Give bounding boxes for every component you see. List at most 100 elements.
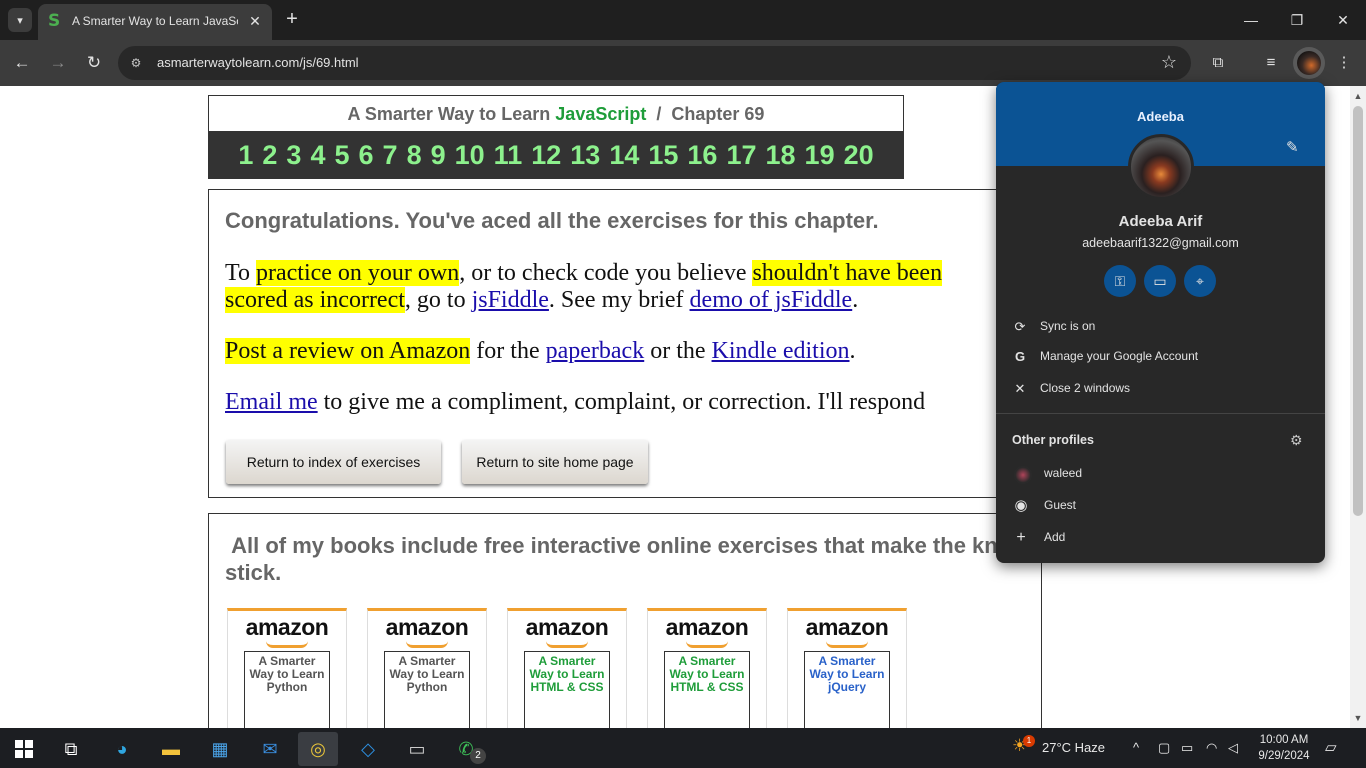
mail-icon[interactable]: ✉ [250,732,290,766]
book-card[interactable]: amazon A Smarter Way to Learn Python [367,608,487,728]
profile-item-waleed[interactable]: waleed [996,458,1325,490]
chapter-link-19[interactable]: 19 [805,140,835,171]
chapter-link-2[interactable]: 2 [262,140,277,171]
chapter-link-18[interactable]: 18 [766,140,796,171]
site-info-icon[interactable]: ⚙ [128,55,144,71]
book-cover: A Smarter Way to Learn Python [244,651,330,728]
reload-icon[interactable]: ↻ [84,53,104,73]
addresses-location-icon[interactable]: ⌖ [1184,265,1216,297]
restore-icon[interactable]: ❐ [1287,10,1307,30]
volume-icon[interactable]: ◁ [1228,740,1238,756]
new-tab-icon[interactable]: + [282,9,302,29]
profile-item-guest[interactable]: ◉ Guest [996,490,1325,522]
active-tab[interactable]: S A Smarter Way to Learn JavaScript ✕ [38,4,272,40]
passwords-key-icon[interactable]: ⚿ [1104,265,1136,297]
chapter-link-20[interactable]: 20 [844,140,874,171]
chapter-title: Chapter 69 [671,104,765,124]
forward-icon[interactable]: → [48,53,68,73]
chapter-link-13[interactable]: 13 [570,140,600,171]
book-cover-title: A Smarter Way to Learn Python [389,654,465,694]
scroll-up-icon[interactable]: ▲ [1350,88,1366,104]
email-me-link[interactable]: Email me [225,389,318,415]
sync-icon: ⟳ [1014,319,1026,334]
meet-icon[interactable]: ▢ [1158,740,1170,756]
chapter-link-7[interactable]: 7 [383,140,398,171]
chapter-link-12[interactable]: 12 [531,140,561,171]
paperback-link[interactable]: paperback [546,338,645,364]
jsfiddle-link[interactable]: jsFiddle [472,287,549,313]
window-close-icon[interactable]: ✕ [1333,10,1353,30]
file-explorer-icon[interactable]: ▬ [151,732,191,766]
profile-email: adeebaarif1322@gmail.com [1082,236,1239,250]
chapter-link-4[interactable]: 4 [310,140,325,171]
manage-account-item[interactable]: G Manage your Google Account [996,341,1325,373]
book-card[interactable]: amazon A Smarter Way to Learn HTML & CSS [507,608,627,728]
chapter-link-11[interactable]: 11 [494,140,523,171]
chapter-link-17[interactable]: 17 [726,140,756,171]
payment-card-icon[interactable]: ▭ [1144,265,1176,297]
battery-icon[interactable]: ▭ [1181,740,1193,756]
url-text[interactable]: asmarterwaytolearn.com/js/69.html [157,55,359,70]
amazon-logo: amazon [385,614,469,640]
scrollbar-thumb[interactable] [1353,106,1363,516]
profile-avatar-button[interactable] [1293,47,1325,79]
chapter-link-14[interactable]: 14 [609,140,639,171]
manage-profiles-gear-icon[interactable]: ⚙ [1290,432,1303,449]
media-controls-icon[interactable]: ≡ [1260,52,1282,74]
review-paragraph: Post a review on Amazon for the paperbac… [225,338,856,364]
edge-browser-icon[interactable]: ◕ [102,732,142,766]
edit-pencil-icon[interactable]: ✎ [1286,138,1299,156]
profile-header-name: Adeeba [1137,109,1184,124]
vscode-icon[interactable]: ◇ [348,732,388,766]
tray-chevron-icon[interactable]: ^ [1133,740,1139,755]
terminal-icon[interactable]: ▭ [397,732,437,766]
chapter-link-3[interactable]: 3 [286,140,301,171]
clock[interactable]: 10:00 AM 9/29/2024 [1253,732,1315,764]
profile-full-name: Adeeba Arif [1118,213,1203,230]
chapter-link-15[interactable]: 15 [648,140,678,171]
kindle-link[interactable]: Kindle edition [712,338,850,364]
extensions-icon[interactable]: ⧉ [1207,52,1229,74]
return-home-button[interactable]: Return to site home page [462,440,648,484]
book-card[interactable]: amazon A Smarter Way to Learn Python [227,608,347,728]
chapter-number-bar: 1 2 3 4 5 6 7 8 9 10 11 12 13 14 15 16 17 18 19 20 [209,131,903,179]
other-profiles-heading: Other profiles [1012,433,1094,447]
notifications-icon[interactable]: ▱ [1325,738,1337,756]
bookmark-star-icon[interactable]: ☆ [1161,52,1177,73]
books-box: All of my books include free interactive… [208,513,1086,728]
weather-text[interactable]: 27°C Haze [1042,740,1105,755]
jsfiddle-demo-link[interactable]: demo of jsFiddle [690,287,853,313]
back-icon[interactable]: ← [12,53,32,73]
amazon-smile-icon [686,641,728,648]
tab-close-icon[interactable]: ✕ [246,12,264,30]
tab-search-icon[interactable]: ▾ [8,8,32,32]
chapter-link-10[interactable]: 10 [455,140,485,171]
wifi-icon[interactable]: ◠ [1206,740,1217,756]
microsoft-store-icon[interactable]: ▦ [200,732,240,766]
task-view-icon[interactable]: ⧉ [51,732,91,766]
chrome-taskbar-icon[interactable]: ◎ [298,732,338,766]
chapter-link-9[interactable]: 9 [431,140,446,171]
chapter-link-5[interactable]: 5 [334,140,349,171]
congrats-heading: Congratulations. You've aced all the exe… [225,208,879,233]
scroll-down-icon[interactable]: ▼ [1350,710,1366,726]
sync-status-item[interactable]: ⟳ Sync is on [996,311,1325,343]
profile-item-add[interactable]: + Add [996,522,1325,554]
profile-menu: Adeeba ✎ Adeeba Arif adeebaarif1322@gmai… [996,82,1325,563]
tab-title: A Smarter Way to Learn JavaScript [72,14,238,28]
chapter-heading: A Smarter Way to Learn JavaScript / Chap… [209,104,903,125]
book-card[interactable]: amazon A Smarter Way to Learn HTML & CSS [647,608,767,728]
minimize-icon[interactable]: — [1241,10,1261,30]
chapter-link-16[interactable]: 16 [687,140,717,171]
chapter-link-8[interactable]: 8 [407,140,422,171]
close-windows-item[interactable]: ✕ Close 2 windows [996,373,1325,405]
chapter-link-6[interactable]: 6 [359,140,374,171]
return-index-button[interactable]: Return to index of exercises [226,440,441,484]
chapter-link-1[interactable]: 1 [238,140,253,171]
start-windows-icon[interactable] [4,732,44,766]
book-card[interactable]: amazon A Smarter Way to Learn jQuery [787,608,907,728]
site-name-js: JavaScript [555,104,647,124]
address-bar[interactable]: ⚙ asmarterwaytolearn.com/js/69.html ☆ [118,46,1191,80]
menu-kebab-icon[interactable]: ⋮ [1333,52,1355,74]
browser-toolbar: ← → ↻ ⚙ asmarterwaytolearn.com/js/69.htm… [0,40,1366,86]
